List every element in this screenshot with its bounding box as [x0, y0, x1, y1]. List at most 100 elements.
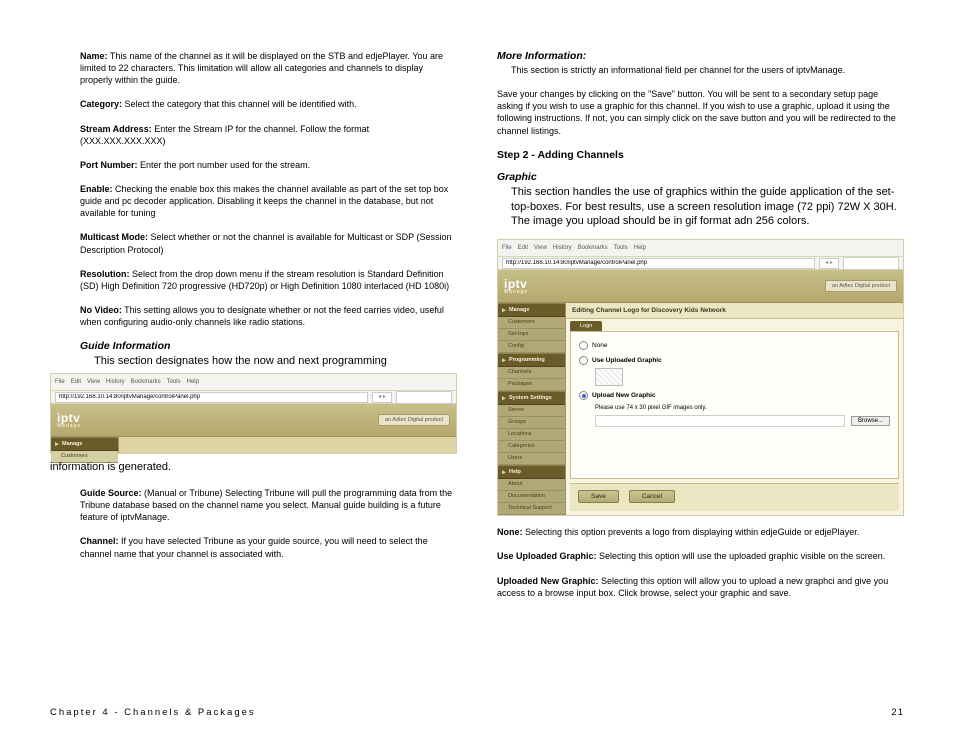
document-page: Name: This name of the channel as it wil… [0, 0, 954, 738]
menu-bookmarks[interactable]: Bookmarks [131, 379, 161, 385]
radio-icon [579, 356, 588, 365]
graphic-thumbnail [595, 368, 623, 386]
sb-manage[interactable]: Manage [498, 303, 565, 317]
sb-customers[interactable]: Customers [498, 317, 565, 329]
app-header-b: iptv Manage an Adtec Digital product [498, 270, 903, 303]
novideo-label: No Video: [80, 305, 122, 315]
menu-help[interactable]: Help [187, 379, 199, 385]
left-column: Name: This name of the channel as it wil… [50, 50, 457, 611]
nav-back-forward-b[interactable]: ◂ ▸ [819, 258, 839, 269]
sb-about[interactable]: About [498, 479, 565, 491]
sb-channels[interactable]: Channels [498, 367, 565, 379]
page-footer: Chapter 4 - Channels & Packages 21 [50, 707, 904, 718]
iptv-logo-b: iptv Manage [504, 277, 528, 295]
sb-help[interactable]: Help [498, 465, 565, 479]
screenshot-iptv-logo-editor: File Edit View History Bookmarks Tools H… [497, 239, 904, 516]
more-information-text: This section is strictly an informationa… [497, 64, 904, 76]
menu-tools[interactable]: Tools [167, 379, 181, 385]
menu-view[interactable]: View [87, 379, 100, 385]
multicast-label: Multicast Mode: [80, 232, 148, 242]
graphic-paragraph: This section handles the use of graphics… [497, 185, 904, 230]
search-input-b[interactable] [843, 257, 899, 270]
chapter-footer: Chapter 4 - Channels & Packages [50, 707, 256, 718]
radio-icon [579, 341, 588, 350]
radio-icon [579, 391, 588, 400]
sb-set-tops[interactable]: Set-tops [498, 329, 565, 341]
sb-config[interactable]: Config [498, 341, 565, 353]
resolution-label: Resolution: [80, 269, 130, 279]
menu-history[interactable]: History [106, 379, 125, 385]
browser-address-bar: ◂ ▸ [51, 391, 456, 404]
resolution-text: Select from the drop down menu if the st… [80, 269, 449, 291]
search-input[interactable] [396, 391, 452, 404]
step2-heading: Step 2 - Adding Channels [497, 149, 904, 161]
radio-upload-new[interactable]: Upload New Graphic [579, 388, 890, 403]
menu-help-b[interactable]: Help [634, 245, 646, 251]
browser-menu-bar: File Edit View History Bookmarks Tools H… [51, 374, 456, 391]
sb-documentation[interactable]: Documentation [498, 491, 565, 503]
logo-tab[interactable]: Logo [570, 321, 602, 331]
enable-text: Checking the enable box this makes the c… [80, 184, 448, 218]
radio-none-label: None [592, 342, 608, 349]
useup-text: Selecting this option will use the uploa… [597, 551, 886, 561]
sb-groups[interactable]: Groups [498, 417, 565, 429]
file-input[interactable] [595, 415, 845, 427]
stream-label: Stream Address: [80, 124, 152, 134]
nav-back-forward[interactable]: ◂ ▸ [372, 392, 392, 403]
enable-label: Enable: [80, 184, 113, 194]
menu-edit[interactable]: Edit [71, 379, 81, 385]
logo-panel: None Use Uploaded Graphic Upload New Gra… [570, 331, 899, 479]
sb-locations[interactable]: Locations [498, 429, 565, 441]
name-text: This name of the channel as it will be d… [80, 51, 443, 85]
save-paragraph: Save your changes by clicking on the "Sa… [497, 88, 904, 137]
sb-server[interactable]: Server [498, 405, 565, 417]
sidebar: Manage Customers [51, 437, 119, 453]
radio-use-uploaded[interactable]: Use Uploaded Graphic [579, 353, 890, 368]
panel-title: Editing Channel Logo for Discovery Kids … [566, 303, 903, 319]
channel-text: If you have selected Tribune as your gui… [80, 536, 428, 558]
sb-categories[interactable]: Categories [498, 441, 565, 453]
right-column: More Information: This section is strict… [497, 50, 904, 611]
main-panel: Editing Channel Logo for Discovery Kids … [566, 303, 903, 515]
menu-file[interactable]: File [55, 379, 65, 385]
port-text: Enter the port number used for the strea… [138, 160, 311, 170]
sb-tech[interactable]: Technical Support [498, 503, 565, 515]
novideo-text: This setting allows you to designate whe… [80, 305, 444, 327]
cancel-button[interactable]: Cancel [629, 490, 675, 503]
guide-information-heading: Guide Information [80, 340, 457, 352]
sb-packages[interactable]: Packages [498, 379, 565, 391]
url-input[interactable] [55, 392, 368, 403]
browse-button[interactable]: Browse... [851, 416, 890, 426]
name-label: Name: [80, 51, 108, 61]
sidebar-section-manage[interactable]: Manage [51, 437, 118, 451]
page-number: 21 [891, 707, 904, 718]
guide-line-text: This section designates how the now and … [80, 354, 457, 369]
menu-edit-b[interactable]: Edit [518, 245, 528, 251]
iptv-logo: iptv Manage [57, 411, 81, 429]
two-column-layout: Name: This name of the channel as it wil… [50, 50, 904, 611]
url-input-b[interactable] [502, 258, 815, 269]
save-button[interactable]: Save [578, 490, 619, 503]
menu-history-b[interactable]: History [553, 245, 572, 251]
sb-programming[interactable]: Programming [498, 353, 565, 367]
radio-none[interactable]: None [579, 338, 890, 353]
graphic-heading: Graphic [497, 171, 904, 183]
sb-system[interactable]: System Settings [498, 391, 565, 405]
useup-label: Use Uploaded Graphic: [497, 551, 597, 561]
app-body-clipped: Manage Customers [51, 437, 456, 453]
sidebar-b: Manage Customers Set-tops Config Program… [498, 303, 566, 515]
upnew-label: Uploaded New Graphic: [497, 576, 599, 586]
guidesrc-label: Guide Source: [80, 488, 142, 498]
menu-view-b[interactable]: View [534, 245, 547, 251]
channel-label: Channel: [80, 536, 119, 546]
adtec-badge: an Adtec Digital product [378, 414, 450, 426]
menu-tools-b[interactable]: Tools [614, 245, 628, 251]
menu-bookmarks-b[interactable]: Bookmarks [578, 245, 608, 251]
port-label: Port Number: [80, 160, 138, 170]
radio-use-label: Use Uploaded Graphic [592, 357, 662, 364]
sb-users[interactable]: Users [498, 453, 565, 465]
browser-menu-bar-b: File Edit View History Bookmarks Tools H… [498, 240, 903, 257]
adtec-badge-b: an Adtec Digital product [825, 280, 897, 292]
panel-actions: Save Cancel [570, 483, 899, 511]
menu-file-b[interactable]: File [502, 245, 512, 251]
